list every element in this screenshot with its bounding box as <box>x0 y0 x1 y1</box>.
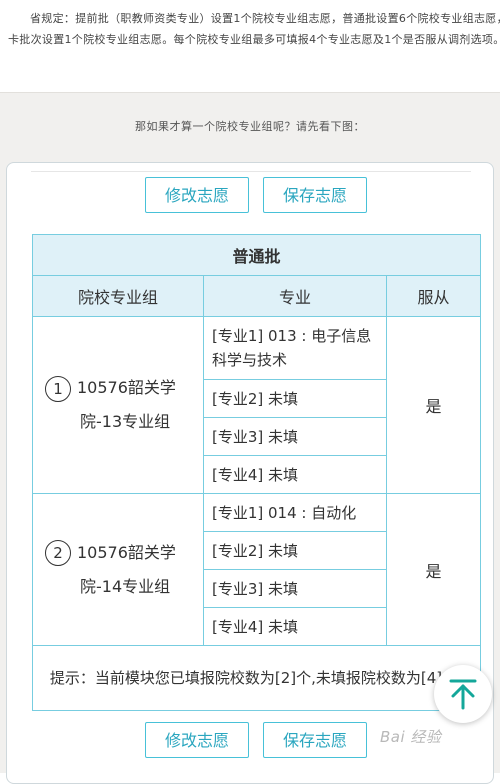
major-cell: [专业4] 未填 <box>203 607 387 646</box>
major-cell: [专业1] 014 : 自动化 <box>203 493 387 532</box>
major-cell: [专业3] 未填 <box>203 569 387 608</box>
intro-text: 省规定：提前批（职教师资类专业）设置1个院校专业组志愿，普通批设置6个院校专业组… <box>8 12 500 46</box>
group-cell-2: 2 10576韶关学 院-14专业组 <box>32 493 204 646</box>
major-cell: [专业2] 未填 <box>203 531 387 570</box>
arrow-up-icon <box>449 679 477 710</box>
modify-volunteer-button[interactable]: 修改志愿 <box>145 177 249 213</box>
watermark: Bai 经验 <box>380 728 442 746</box>
batch-title: 普通批 <box>31 234 482 276</box>
major-cell: [专业2] 未填 <box>203 379 387 418</box>
scroll-to-top-button[interactable] <box>434 665 492 723</box>
group-name-line1: 10576韶关学 <box>77 542 176 562</box>
column-header-follow: 服从 <box>385 275 482 317</box>
volunteer-table: 普通批 院校专业组 专业 服从 1 10576韶关学 院-13专业组 [专业1] … <box>31 234 482 711</box>
group-cell-1: 1 10576韶关学 院-13专业组 <box>32 316 204 494</box>
intro-text-block: 省规定：提前批（职教师资类专业）设置1个院校专业组志愿，普通批设置6个院校专业组… <box>0 0 500 92</box>
column-header-group: 院校专业组 <box>32 275 204 317</box>
follow-cell: 是 <box>385 316 482 494</box>
major-cell: [专业3] 未填 <box>203 417 387 456</box>
group-index-badge: 2 <box>45 540 71 566</box>
save-volunteer-button[interactable]: 保存志愿 <box>263 177 367 213</box>
group-index-badge: 1 <box>45 375 71 402</box>
caption: 那如果才算一个院校专业组呢？请先看下图： <box>135 120 365 133</box>
divider <box>31 171 471 172</box>
save-volunteer-button-bottom[interactable]: 保存志愿 <box>263 722 367 758</box>
group-name-line2: 院-14专业组 <box>80 576 171 596</box>
group-name-line2: 院-13专业组 <box>80 412 171 431</box>
follow-cell: 是 <box>385 493 482 646</box>
group-name-line1: 10576韶关学 <box>77 378 176 397</box>
tip-message: 提示：当前模块您已填报院校数为[2]个,未填报院校数为[4]个! <box>31 645 482 711</box>
major-cell: [专业4] 未填 <box>203 455 387 494</box>
column-header-major: 专业 <box>203 275 387 317</box>
table-row: 1 10576韶关学 院-13专业组 [专业1] 013 : 电子信息科学与技术 … <box>32 316 482 494</box>
modify-volunteer-button-bottom[interactable]: 修改志愿 <box>145 722 249 758</box>
table-row: 2 10576韶关学 院-14专业组 [专业1] 014 : 自动化 是 <box>32 493 482 646</box>
major-cell: [专业1] 013 : 电子信息科学与技术 <box>203 316 387 380</box>
